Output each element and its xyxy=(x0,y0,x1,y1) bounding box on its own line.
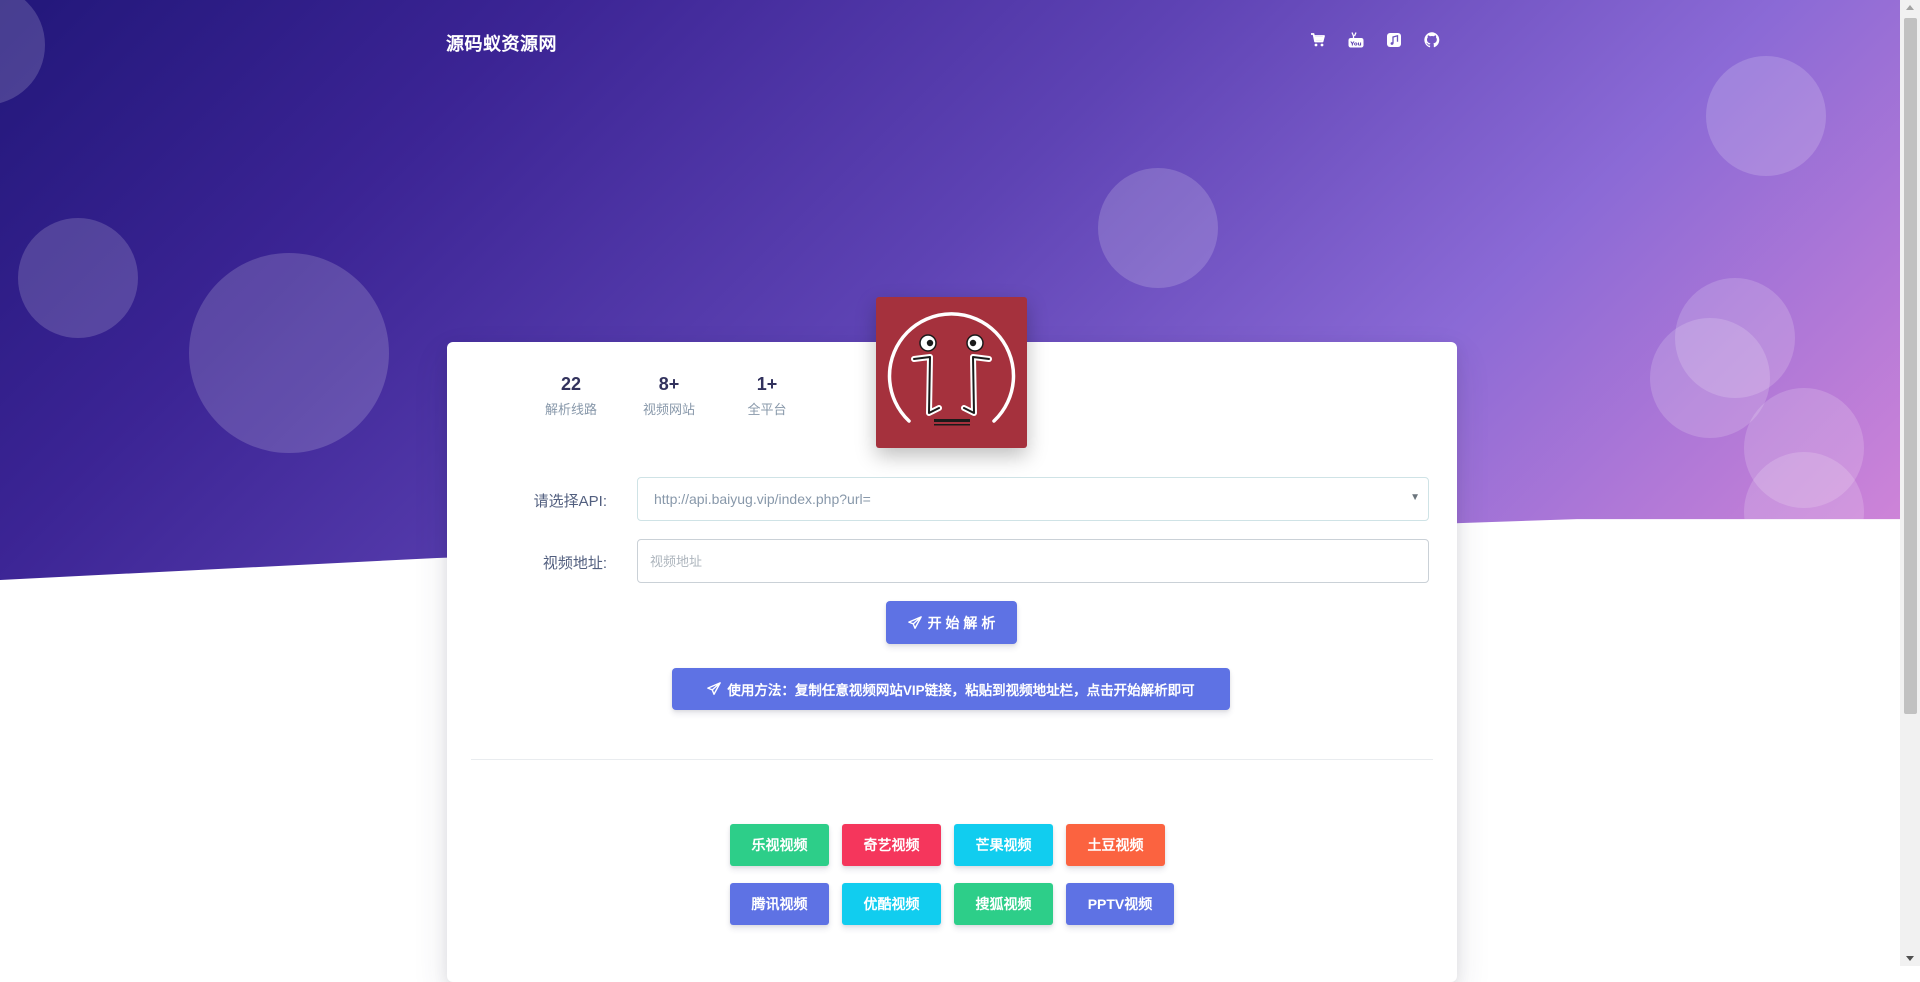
start-parse-label: 开 始 解 析 xyxy=(927,614,996,631)
usage-instructions-button[interactable]: 使用方法：复制任意视频网站VIP链接，粘贴到视频地址栏，点击开始解析即可 xyxy=(672,668,1230,710)
api-select[interactable]: http://api.baiyug.vip/index.php?url= ▼ xyxy=(637,477,1429,521)
usage-text: 使用方法：复制任意视频网站VIP链接，粘贴到视频地址栏，点击开始解析即可 xyxy=(727,683,1195,698)
svg-text:You: You xyxy=(1349,41,1361,47)
api-label: 请选择API: xyxy=(533,493,607,510)
stat-label: 视频网站 xyxy=(642,402,695,417)
youtube-icon[interactable]: You xyxy=(1348,32,1364,48)
chevron-down-icon: ▼ xyxy=(1410,492,1420,503)
site-button-sohu[interactable]: 搜狐视频 xyxy=(954,883,1053,925)
music-icon[interactable] xyxy=(1386,32,1402,48)
github-icon[interactable] xyxy=(1424,32,1440,48)
site-button-mgtv[interactable]: 芒果视频 xyxy=(954,824,1053,866)
api-select-value: http://api.baiyug.vip/index.php?url= xyxy=(654,491,871,507)
video-url-label: 视频地址: xyxy=(542,555,607,572)
decor-circle xyxy=(1744,452,1864,572)
header-icon-links: You xyxy=(1310,32,1440,48)
stat-value: 8+ xyxy=(658,374,680,394)
decor-circle xyxy=(1706,56,1826,176)
section-divider xyxy=(471,759,1433,760)
stat-platforms: 1+ 全平台 xyxy=(727,374,807,418)
stat-label: 全平台 xyxy=(747,402,787,417)
site-logo xyxy=(876,297,1027,448)
decor-circle xyxy=(1098,168,1218,288)
site-button-tencent[interactable]: 腾讯视频 xyxy=(730,883,829,925)
site-button-letv[interactable]: 乐视视频 xyxy=(730,824,829,866)
site-button-iqiyi[interactable]: 奇艺视频 xyxy=(842,824,941,866)
site-button-tudou[interactable]: 土豆视频 xyxy=(1066,824,1165,866)
video-url-input[interactable] xyxy=(637,539,1429,583)
scroll-up-arrow-icon[interactable] xyxy=(1906,5,1914,10)
stat-lines: 22 解析线路 xyxy=(531,374,611,418)
decor-circle xyxy=(18,218,138,338)
site-button-pptv[interactable]: PPTV视频 xyxy=(1066,883,1174,925)
page-scrollbar[interactable] xyxy=(1900,0,1920,966)
stat-sites: 8+ 视频网站 xyxy=(629,374,709,418)
shopping-cart-icon[interactable] xyxy=(1310,32,1326,48)
site-brand[interactable]: 源码蚁资源网 xyxy=(446,30,557,56)
stat-label: 解析线路 xyxy=(544,402,597,417)
paper-plane-icon xyxy=(907,615,922,629)
stat-value: 1+ xyxy=(756,374,778,394)
logo-image xyxy=(887,312,1016,426)
start-parse-button[interactable]: 开 始 解 析 xyxy=(886,601,1017,644)
paper-plane-icon xyxy=(707,682,722,695)
decor-circle xyxy=(0,0,45,105)
scroll-down-arrow-icon[interactable] xyxy=(1906,956,1914,961)
site-button-youku[interactable]: 优酷视频 xyxy=(842,883,941,925)
stat-value: 22 xyxy=(560,374,582,394)
scrollbar-thumb[interactable] xyxy=(1904,18,1917,714)
decor-circle xyxy=(189,253,389,453)
